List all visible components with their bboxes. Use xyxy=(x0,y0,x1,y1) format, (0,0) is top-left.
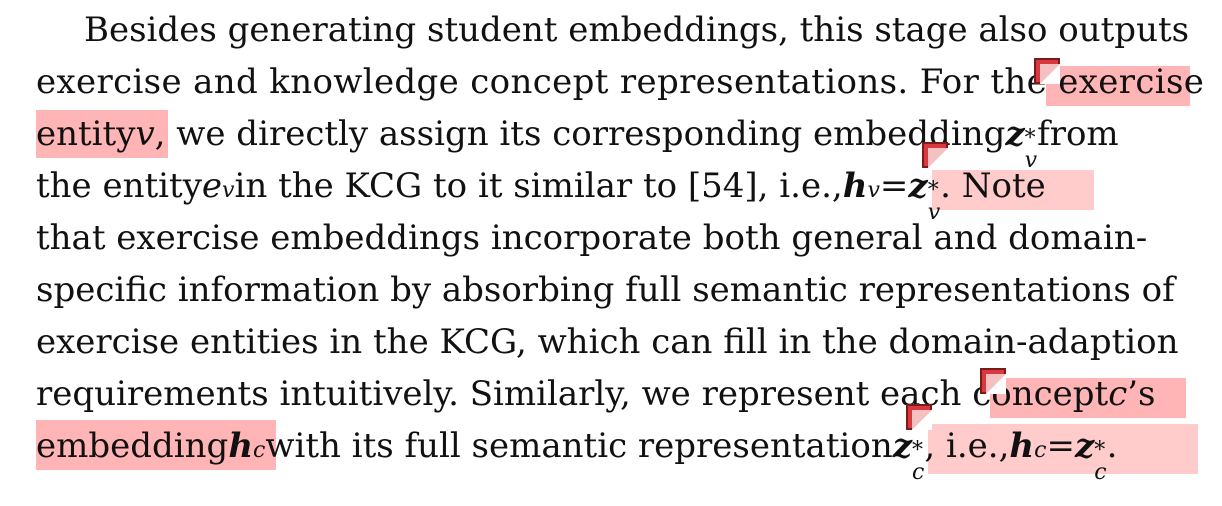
text: , we directly assign its corresponding e… xyxy=(154,114,1006,154)
text: . xyxy=(1106,426,1118,466)
math-e: e xyxy=(201,166,223,206)
text: from xyxy=(1037,114,1119,154)
text: requirements intuitively. Similarly, we … xyxy=(36,374,1109,414)
math-c: c xyxy=(1108,374,1128,414)
text: , i.e., xyxy=(924,426,1010,466)
line-text: exercise entities in the KCG, which can … xyxy=(36,322,1179,362)
line-text: specific information by absorbing full s… xyxy=(36,270,1175,310)
comment-note-icon[interactable] xyxy=(906,404,932,430)
math-equals: = xyxy=(1046,426,1075,466)
line-text: exercise and knowledge concept represent… xyxy=(36,62,1205,102)
comment-note-icon[interactable] xyxy=(980,368,1006,394)
math-sup: * xyxy=(1094,438,1106,463)
comment-note-icon[interactable] xyxy=(922,142,948,168)
math-sup: * xyxy=(1024,126,1036,151)
math-h: h xyxy=(228,426,254,466)
text: embedding xyxy=(36,426,229,466)
math-h: h xyxy=(842,166,868,206)
math-sup: * xyxy=(927,178,939,203)
math-sub: c xyxy=(1094,460,1107,485)
text: with its full semantic representation xyxy=(265,426,893,466)
comment-note-icon[interactable] xyxy=(1034,58,1060,84)
paragraph-line-6: specific information by absorbing full s… xyxy=(36,264,1190,316)
math-z: z xyxy=(1005,114,1025,154)
line-text: Besides generating student embeddings, t… xyxy=(84,10,1190,50)
paragraph-line-5: that exercise embeddings incorporate bot… xyxy=(36,212,1190,264)
math-sup: * xyxy=(912,438,924,463)
math-equals: = xyxy=(879,166,909,206)
math-z: z xyxy=(1074,426,1095,466)
math-v: v xyxy=(135,114,155,154)
paragraph-line-8: requirements intuitively. Similarly, we … xyxy=(36,368,1190,420)
paragraph-line-3: entity v, we directly assign its corresp… xyxy=(36,108,1190,172)
math-h: h xyxy=(1009,426,1035,466)
text: ’s xyxy=(1127,374,1156,414)
paragraph-line-9: embedding h c with its full semantic repr… xyxy=(36,420,1190,484)
text: in the KCG to it similar to [54], i.e., xyxy=(234,166,843,206)
paragraph-line-7: exercise entities in the KCG, which can … xyxy=(36,316,1190,368)
paragraph-line-4: the entity ev in the KCG to it similar t… xyxy=(36,160,1190,224)
paragraph-line-2: exercise and knowledge concept represent… xyxy=(36,56,1204,108)
text: entity xyxy=(36,114,136,154)
text: . Note xyxy=(940,166,1046,206)
paragraph-line-1: Besides generating student embeddings, t… xyxy=(84,4,1190,56)
math-sub: c xyxy=(912,460,925,485)
document-page: Besides generating student embeddings, t… xyxy=(0,0,1222,506)
line-text: that exercise embeddings incorporate bot… xyxy=(36,218,1148,258)
text: the entity xyxy=(36,166,202,206)
